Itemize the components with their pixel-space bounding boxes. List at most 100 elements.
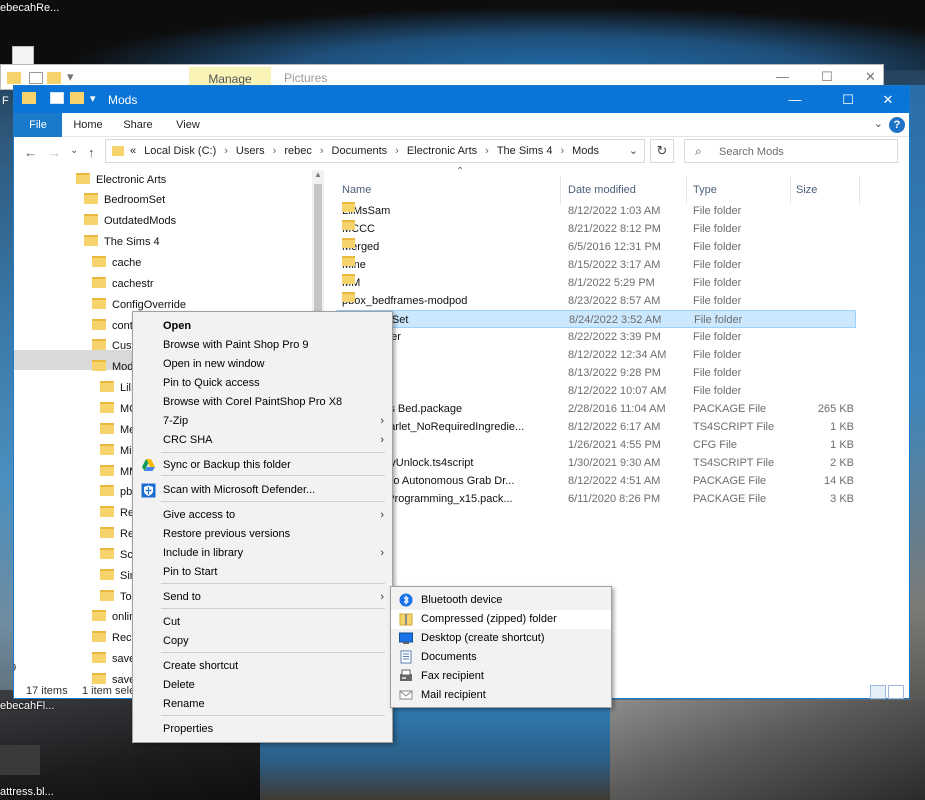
search-input[interactable]: ⌕ Search Mods	[684, 139, 898, 163]
tree-item[interactable]: BedroomSet	[84, 190, 165, 210]
help-icon[interactable]: ?	[889, 117, 905, 133]
table-row[interactable]: Hair8/12/2022 10:07 AMFile folder	[336, 382, 856, 400]
menu-item-create-shortcut[interactable]: Create shortcut	[133, 657, 392, 676]
chevron-right-icon[interactable]: ›	[485, 145, 489, 157]
title-bar[interactable]: ▾ Mods — ☐ ✕	[14, 86, 909, 113]
send-to-item-desktop-create-shortcut[interactable]: Desktop (create shortcut)	[391, 629, 611, 648]
folder-icon[interactable]	[47, 72, 61, 84]
tab-share[interactable]: Share	[118, 113, 158, 137]
large-icons-view-icon[interactable]	[888, 685, 904, 699]
properties-icon[interactable]	[50, 92, 64, 104]
menu-item-delete[interactable]: Delete	[133, 676, 392, 695]
details-view-icon[interactable]	[870, 685, 886, 699]
breadcrumb-overflow[interactable]: «	[130, 145, 136, 157]
column-header-name[interactable]: Name	[342, 180, 371, 200]
desktop-icon-label[interactable]: ebecahRe...	[0, 2, 59, 14]
close-button[interactable]: ✕	[865, 86, 911, 113]
table-row[interactable]: e.cfg1/26/2021 4:55 PMCFG File1 KB	[336, 436, 856, 454]
context-menu[interactable]: Open Browse with Paint Shop Pro 9 Open in …	[132, 311, 393, 743]
menu-item-open-in-new-window[interactable]: Open in new window	[133, 355, 392, 374]
scroll-up-icon[interactable]: ▲	[314, 170, 322, 179]
send-to-item-fax-recipient[interactable]: Fax recipient	[391, 667, 611, 686]
menu-item-browse-with-corel-paintshop-pro-x8[interactable]: Browse with Corel PaintShop Pro X8	[133, 393, 392, 412]
tree-item[interactable]: cachestr	[92, 274, 154, 294]
breadcrumb-item[interactable]: Mods	[572, 145, 599, 157]
menu-item-sync-or-backup-this-folder[interactable]: Sync or Backup this folder	[133, 456, 392, 475]
menu-item-pin-to-start[interactable]: Pin to Start	[133, 563, 392, 582]
chevron-right-icon[interactable]: ›	[320, 145, 324, 157]
send-to-submenu[interactable]: Bluetooth device Compressed (zipped) fold…	[390, 586, 612, 708]
tree-item[interactable]: Reco	[92, 628, 138, 648]
close-button[interactable]: ✕	[865, 69, 876, 85]
menu-item-cut[interactable]: Cut	[133, 613, 392, 632]
send-to-item-bluetooth-device[interactable]: Bluetooth device	[391, 591, 611, 610]
breadcrumb-item[interactable]: Electronic Arts	[407, 145, 477, 157]
refresh-button[interactable]: ↻	[650, 139, 674, 163]
table-row[interactable]: h-Wallpaper8/22/2022 3:39 PMFile folder	[336, 328, 856, 346]
column-header-date[interactable]: Date modified	[568, 180, 636, 200]
chevron-down-icon[interactable]: ▾	[90, 92, 96, 105]
send-to-item-documents[interactable]: Documents	[391, 648, 611, 667]
column-divider[interactable]	[790, 176, 791, 204]
tree-item[interactable]: onlin	[92, 607, 135, 627]
breadcrumb-item[interactable]: rebec	[284, 145, 312, 157]
address-bar[interactable]: « Local Disk (C:) › Users › rebec › Docu…	[105, 139, 645, 163]
menu-item-7-zip[interactable]: 7-Zip ›	[133, 412, 392, 431]
desktop-app-icon[interactable]	[0, 745, 40, 775]
back-window-tab-file[interactable]: F	[2, 95, 9, 107]
desktop-icon-label[interactable]: attress.bl...	[0, 786, 54, 798]
chevron-down-icon[interactable]: ⌄	[629, 144, 638, 157]
maximize-button[interactable]: ☐	[821, 69, 833, 85]
table-row[interactable]: AlwaysBuyUnlock.ts4script 1/30/2021 9:30 …	[336, 454, 856, 472]
send-to-item-mail-recipient[interactable]: Mail recipient	[391, 686, 611, 705]
new-folder-icon[interactable]	[70, 92, 84, 104]
breadcrumb-item[interactable]: Documents	[332, 145, 388, 157]
table-row[interactable]: 8/13/2022 9:28 PM File folder	[336, 364, 856, 382]
tree-item[interactable]: Electronic Arts	[76, 170, 166, 190]
menu-item-crc-sha[interactable]: CRC SHA ›	[133, 431, 392, 450]
minimize-button[interactable]: —	[772, 86, 818, 113]
column-header-size[interactable]: Size	[796, 180, 817, 200]
menu-item-browse-with-paint-shop-pro-9[interactable]: Browse with Paint Shop Pro 9	[133, 336, 392, 355]
table-row[interactable]: MM 8/1/2022 5:29 PM File folder	[336, 274, 856, 292]
chevron-right-icon[interactable]: ›	[560, 145, 564, 157]
table-row[interactable]: pbox_bedframes-modpod 8/23/2022 8:57 AM Fi…	[336, 292, 856, 310]
table-row[interactable]: LilMsSam 8/12/2022 1:03 AM File folder	[336, 202, 856, 220]
minimize-button[interactable]: —	[776, 69, 789, 84]
column-divider[interactable]	[560, 176, 561, 204]
menu-item-send-to[interactable]: Send to ›	[133, 588, 392, 607]
chevron-down-icon[interactable]: ⌄	[874, 117, 883, 130]
tab-file[interactable]: File	[14, 113, 62, 137]
table-row[interactable]: 8/12/2022 12:34 AM File folder	[336, 346, 856, 364]
tree-item[interactable]: cache	[92, 253, 141, 273]
forward-arrow-icon[interactable]: →	[48, 145, 61, 160]
breadcrumb-item[interactable]: Users	[236, 145, 265, 157]
menu-item-copy[interactable]: Copy	[133, 632, 392, 651]
menu-item-include-in-library[interactable]: Include in library ›	[133, 544, 392, 563]
back-arrow-icon[interactable]: ←	[24, 145, 37, 160]
table-row[interactable]: Cameron's Bed.package 2/28/2016 11:04 AM P…	[336, 400, 856, 418]
table-row[interactable]: er_Mod_No Autonomous Grab Dr... 8/12/2022…	[336, 472, 856, 490]
tree-item[interactable]: The Sims 4	[84, 232, 160, 252]
table-row[interactable]: sSam_Scarlet_NoRequiredIngredie... 8/12/2…	[336, 418, 856, 436]
recent-chevron-icon[interactable]: ⌄	[70, 145, 78, 156]
chevron-right-icon[interactable]: ›	[273, 145, 277, 157]
breadcrumb-item[interactable]: The Sims 4	[497, 145, 553, 157]
chevron-down-icon[interactable]: ▾	[67, 69, 74, 85]
chevron-right-icon[interactable]: ›	[395, 145, 399, 157]
breadcrumb-item[interactable]: Local Disk (C:)	[144, 145, 216, 157]
menu-item-pin-to-quick-access[interactable]: Pin to Quick access	[133, 374, 392, 393]
tree-item[interactable]: OutdatedMods	[84, 211, 176, 231]
menu-item-scan-with-microsoft-defender[interactable]: Scan with Microsoft Defender...	[133, 481, 392, 500]
up-arrow-icon[interactable]: ↑	[88, 145, 95, 160]
table-row[interactable]: MCCC 8/21/2022 8:12 PM File folder	[336, 220, 856, 238]
table-row[interactable]: h-ToolBoxSet8/24/2022 3:52 AMFile folder	[336, 310, 856, 328]
menu-item-rename[interactable]: Rename	[133, 695, 392, 714]
column-divider[interactable]	[686, 176, 687, 204]
column-header-type[interactable]: Type	[693, 180, 717, 200]
menu-item-open[interactable]: Open	[133, 317, 392, 336]
menu-item-give-access-to[interactable]: Give access to ›	[133, 506, 392, 525]
column-divider[interactable]	[859, 176, 860, 204]
table-row[interactable]: Merged 6/5/2016 12:31 PM File folder	[336, 238, 856, 256]
tab-view[interactable]: View	[168, 113, 208, 137]
